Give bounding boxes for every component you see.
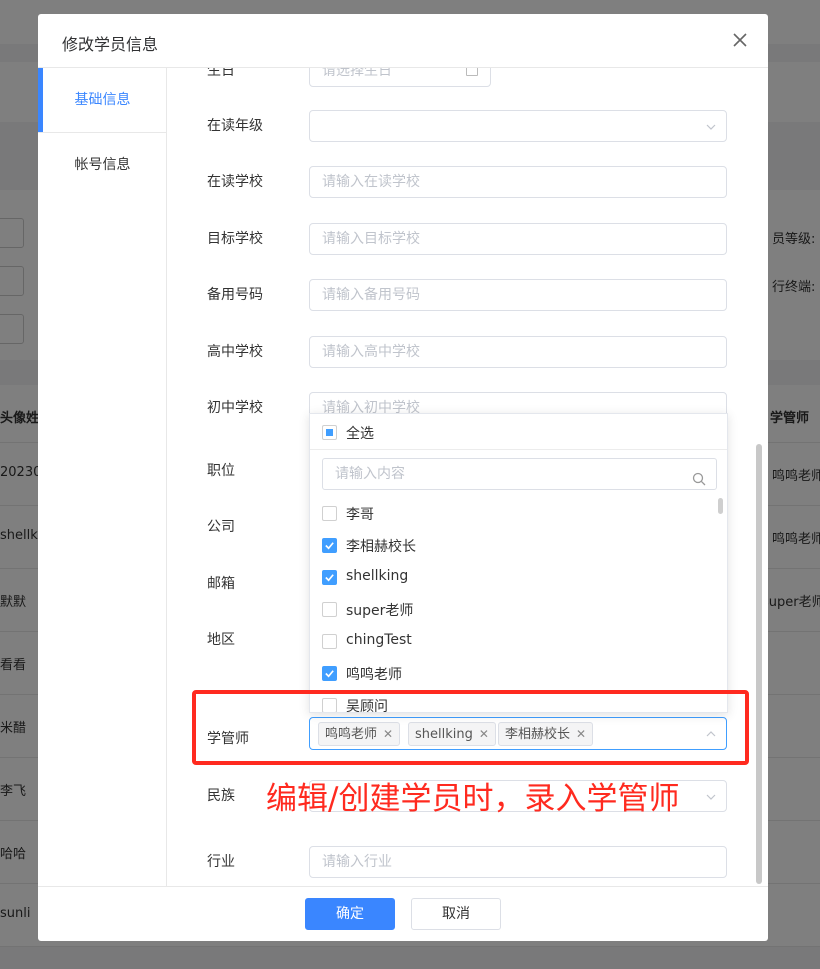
check-icon <box>325 670 334 678</box>
item-checkbox[interactable] <box>322 538 337 553</box>
list-item[interactable]: 李哥 <box>310 498 720 530</box>
region-label: 地区 <box>207 632 235 648</box>
list-item[interactable]: chingTest <box>310 626 720 658</box>
industry-input[interactable]: 请输入行业 <box>309 846 727 878</box>
dialog-footer: 确定 取消 <box>38 886 768 941</box>
check-icon <box>325 542 334 550</box>
item-checkbox[interactable] <box>322 570 337 585</box>
form-row-current-school: 在读学校 请输入在读学校 <box>167 166 757 206</box>
annotation-text: 编辑/创建学员时，录入学管师 <box>266 781 680 817</box>
tab-account-info[interactable]: 帐号信息 <box>38 132 167 196</box>
form-row-target-school: 目标学校 请输入目标学校 <box>167 223 757 263</box>
list-item[interactable]: 李相赫校长 <box>310 530 720 562</box>
study-manager-dropdown: 全选 请输入内容 李哥 李相赫校长 shellking super老师 chin… <box>309 413 728 713</box>
target-school-input[interactable]: 请输入目标学校 <box>309 223 727 255</box>
search-icon <box>692 467 706 486</box>
grade-select[interactable] <box>309 110 727 142</box>
item-checkbox[interactable] <box>322 602 337 617</box>
target-school-label: 目标学校 <box>207 231 263 247</box>
select-all-row[interactable]: 全选 <box>310 414 727 450</box>
dialog-header: 修改学员信息 <box>38 14 768 68</box>
backup-phone-input[interactable]: 请输入备用号码 <box>309 279 727 311</box>
item-label: super老师 <box>346 603 414 619</box>
backup-phone-label: 备用号码 <box>207 287 263 303</box>
form-row-high-school: 高中学校 请输入高中学校 <box>167 336 757 376</box>
target-school-placeholder: 请输入目标学校 <box>322 231 420 247</box>
item-label: 李相赫校长 <box>346 539 416 555</box>
form-scrollbar-thumb[interactable] <box>756 444 762 884</box>
position-label: 职位 <box>207 463 235 479</box>
item-label: 李哥 <box>346 507 374 523</box>
form-row-birthday: 生日 请选择生日 <box>167 68 757 95</box>
tab-basic-info[interactable]: 基础信息 <box>38 68 167 132</box>
current-school-input[interactable]: 请输入在读学校 <box>309 166 727 198</box>
birthday-picker[interactable]: 请选择生日 <box>309 68 491 87</box>
item-checkbox[interactable] <box>322 634 337 649</box>
current-school-label: 在读学校 <box>207 174 263 190</box>
chevron-down-icon <box>706 122 716 132</box>
middle-school-label: 初中学校 <box>207 400 263 416</box>
backup-phone-placeholder: 请输入备用号码 <box>322 287 420 303</box>
confirm-button[interactable]: 确定 <box>305 898 395 930</box>
industry-placeholder: 请输入行业 <box>322 854 392 870</box>
dialog-title: 修改学员信息 <box>62 35 159 54</box>
email-label: 邮箱 <box>207 576 235 592</box>
form-row-industry: 行业 请输入行业 <box>167 846 757 886</box>
chevron-down-icon <box>706 792 716 802</box>
industry-label: 行业 <box>207 854 235 870</box>
form-row-grade: 在读年级 <box>167 110 757 150</box>
tab-label: 帐号信息 <box>74 157 131 173</box>
select-all-checkbox[interactable] <box>322 425 337 440</box>
tab-label: 基础信息 <box>74 92 131 108</box>
cancel-button[interactable]: 取消 <box>411 898 501 930</box>
form-scrollbar[interactable] <box>756 68 762 886</box>
check-icon <box>325 574 334 582</box>
dropdown-search-input[interactable]: 请输入内容 <box>322 458 717 490</box>
close-icon[interactable] <box>730 30 750 50</box>
list-item[interactable]: shellking <box>310 562 720 594</box>
item-label: shellking <box>346 568 409 584</box>
grade-label: 在读年级 <box>207 118 263 134</box>
item-label: chingTest <box>346 632 412 648</box>
high-school-placeholder: 请输入高中学校 <box>322 344 420 360</box>
form-row-backup-phone: 备用号码 请输入备用号码 <box>167 279 757 319</box>
list-item[interactable]: 鸣鸣老师 <box>310 658 720 690</box>
birthday-label: 生日 <box>207 68 235 79</box>
item-checkbox[interactable] <box>322 666 337 681</box>
ethnicity-label: 民族 <box>207 788 235 804</box>
birthday-placeholder: 请选择生日 <box>322 68 392 79</box>
current-school-placeholder: 请输入在读学校 <box>322 174 420 190</box>
company-label: 公司 <box>207 519 235 535</box>
highlight-box <box>192 690 749 765</box>
high-school-input[interactable]: 请输入高中学校 <box>309 336 727 368</box>
item-checkbox[interactable] <box>322 506 337 521</box>
dialog-side-tabs: 基础信息 帐号信息 <box>38 68 167 886</box>
list-item[interactable]: super老师 <box>310 594 720 626</box>
select-all-label: 全选 <box>346 426 374 442</box>
high-school-label: 高中学校 <box>207 344 263 360</box>
dropdown-search-placeholder: 请输入内容 <box>335 466 405 482</box>
item-label: 鸣鸣老师 <box>346 667 402 683</box>
calendar-icon <box>466 68 478 76</box>
